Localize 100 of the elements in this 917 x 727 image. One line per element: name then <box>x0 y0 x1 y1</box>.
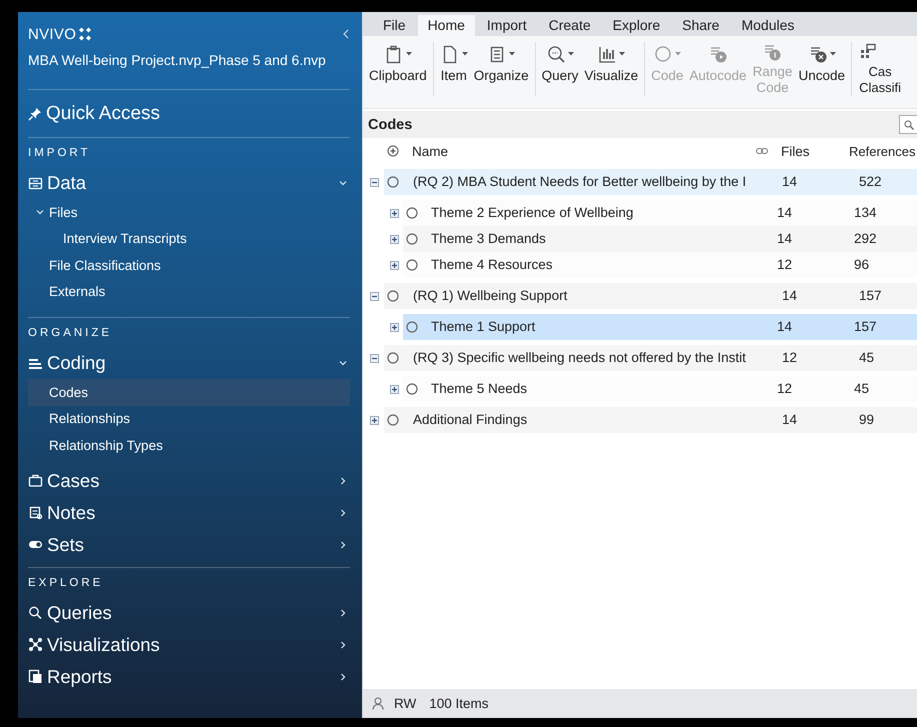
table-cell: 14 <box>782 288 798 303</box>
nav-item[interactable]: Relationship Types <box>28 432 350 458</box>
table-cell: 157 <box>859 288 882 303</box>
table-cell: Theme 1 Support <box>431 319 536 334</box>
ribbon-button[interactable]: Clipboard <box>366 40 430 96</box>
table-cell: 292 <box>854 231 877 246</box>
table-icon <box>28 176 43 190</box>
circle-icon <box>406 207 418 219</box>
table-cell: Theme 2 Experience of Wellbeing <box>431 205 634 220</box>
section-heading: ORGANIZE <box>28 317 350 347</box>
pin-icon <box>28 106 42 120</box>
add-circle-icon <box>387 145 399 157</box>
bar-chart-icon <box>597 44 618 64</box>
dropdown-caret-icon <box>830 52 836 56</box>
dropdown-caret-icon <box>509 52 516 56</box>
nav-group[interactable]: Queries <box>28 596 350 628</box>
nav-group[interactable]: Cases <box>28 464 350 496</box>
ribbon-button[interactable]: Query <box>538 40 582 96</box>
nav-group[interactable]: Visualizations <box>28 628 350 660</box>
circle-icon <box>387 414 399 426</box>
column-header[interactable]: Files <box>781 144 810 159</box>
collapse-icon <box>342 28 350 40</box>
table-cell: Theme 4 Resources <box>431 257 553 272</box>
table-cell: Theme 5 Needs <box>431 381 528 396</box>
table-cell: 14 <box>782 412 798 427</box>
table-cell: 157 <box>854 319 877 334</box>
nav-group[interactable]: Coding <box>28 347 350 379</box>
search-icon <box>28 605 43 620</box>
table-cell: 14 <box>777 205 792 220</box>
circle-icon <box>406 259 418 271</box>
table-cell: 12 <box>777 381 792 396</box>
dropdown-caret-icon <box>462 52 468 56</box>
table-cell: (RQ 3) Specific wellbeing needs not offered by the Instit <box>413 350 746 365</box>
column-header[interactable]: Name <box>412 144 448 159</box>
circle-icon <box>387 176 399 188</box>
ribbon-button[interactable]: Cas Classifi <box>855 40 902 96</box>
search-icon <box>546 44 566 64</box>
table-cell: 45 <box>854 381 870 396</box>
app-logo-text: NVIVO <box>28 26 76 42</box>
dropdown-caret-icon <box>675 52 682 56</box>
ribbon-button[interactable]: Uncode <box>795 40 848 96</box>
briefcase-icon <box>28 473 43 488</box>
table-cell: 12 <box>777 257 792 272</box>
nav-group[interactable]: Sets <box>28 528 350 560</box>
section-heading: EXPLORE <box>28 566 350 596</box>
user-initials: RW <box>394 696 416 711</box>
circle-icon <box>406 233 418 245</box>
nav-group[interactable]: Reports <box>28 660 350 692</box>
table-cell: 99 <box>859 412 874 427</box>
dropdown-caret-icon <box>406 52 412 56</box>
nav-group[interactable]: Notes <box>28 496 350 528</box>
ribbon-tab[interactable]: Modules <box>731 15 804 36</box>
nav-item[interactable]: Externals <box>28 278 350 305</box>
nav-item[interactable]: Files <box>28 199 350 226</box>
nav-item[interactable]: Codes <box>28 379 350 406</box>
ribbon-tab[interactable]: Home <box>418 15 475 36</box>
circle-icon <box>406 321 418 333</box>
link-icon <box>756 147 768 155</box>
table-cell: 14 <box>777 319 792 334</box>
network-icon <box>28 637 43 652</box>
table-cell: 14 <box>777 231 792 246</box>
ribbon-tab[interactable]: Create <box>538 15 601 36</box>
table-cell: 14 <box>782 174 798 189</box>
search-field[interactable] <box>899 115 917 134</box>
table-cell: 96 <box>854 257 870 272</box>
item-count: 100 Items <box>429 696 489 711</box>
ribbon-button[interactable]: Organize <box>470 40 532 96</box>
note-icon <box>28 505 43 520</box>
circle-icon <box>387 352 399 364</box>
table-cell: Theme 3 Demands <box>431 231 546 246</box>
nav-item[interactable]: Relationships <box>28 406 350 432</box>
ribbon-tab[interactable]: File <box>373 15 416 36</box>
dots-icon <box>78 27 92 41</box>
table-cell: (RQ 2) MBA Student Needs for Better wellbeing by the I <box>413 174 746 189</box>
ribbon-button[interactable]: Item <box>436 40 471 96</box>
dropdown-caret-icon <box>568 52 574 56</box>
column-header[interactable]: References <box>849 144 916 159</box>
table-cell: Additional Findings <box>413 412 528 427</box>
circle-icon <box>406 383 418 395</box>
table-cell: 522 <box>859 174 882 189</box>
table-cell: 12 <box>782 350 798 365</box>
table-cell: 134 <box>854 205 877 220</box>
report-icon <box>28 669 43 684</box>
table-cell: (RQ 1) Wellbeing Support <box>413 288 568 303</box>
ribbon-tab[interactable]: Explore <box>602 15 670 36</box>
dropdown-caret-icon <box>619 52 626 56</box>
project-name: MBA Well-being Project.nvp_Phase 5 and 6.nvp <box>28 51 327 70</box>
circle-icon <box>387 290 399 302</box>
nav-item[interactable]: Interview Transcripts <box>28 226 350 252</box>
ribbon-button[interactable]: Visualize <box>581 40 642 96</box>
nav-item[interactable]: File Classifications <box>28 252 350 278</box>
user-icon <box>372 697 384 710</box>
ribbon-tab[interactable]: Share <box>672 15 730 36</box>
nav-group[interactable]: Data <box>28 167 350 199</box>
circle-icon <box>653 44 674 64</box>
section-heading: IMPORT <box>28 137 350 167</box>
search-icon <box>904 120 914 130</box>
quick-access-item[interactable]: Quick Access <box>28 89 350 137</box>
table-cell: 45 <box>859 350 874 365</box>
ribbon-tab[interactable]: Import <box>476 15 537 36</box>
